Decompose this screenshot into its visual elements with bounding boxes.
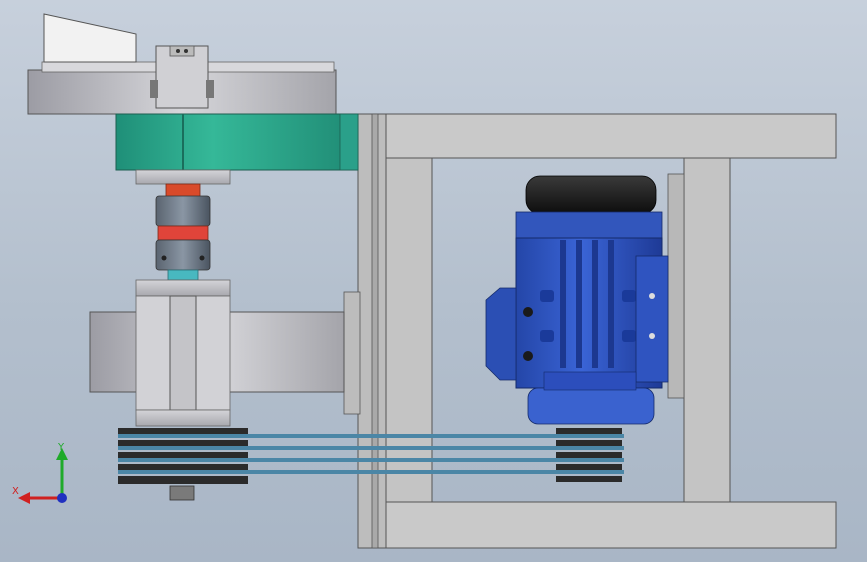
clamp-pin-right (206, 80, 214, 98)
pulley-groove (556, 452, 622, 458)
cad-model[interactable] (0, 0, 867, 562)
bolt-icon (649, 333, 655, 339)
frame-bottom-beam[interactable] (385, 501, 837, 549)
coupling-lower-jaw[interactable] (155, 239, 211, 271)
pulley-groove (556, 440, 622, 446)
pulley-groove (118, 476, 248, 484)
x-axis-arrow-icon (18, 492, 30, 504)
cooling-fin (560, 240, 566, 368)
frame-bracket[interactable] (343, 291, 361, 415)
shaft-nut[interactable] (169, 485, 195, 501)
z-axis-dot-icon (57, 493, 67, 503)
setscrew-icon (199, 255, 205, 261)
bolt-icon (176, 49, 180, 53)
spindle-assembly[interactable] (27, 13, 359, 185)
lower-bearing-assembly[interactable] (89, 279, 345, 427)
mount-lug (622, 290, 636, 302)
electric-motor[interactable] (485, 175, 669, 425)
housing-seam (182, 114, 184, 170)
v-belt[interactable] (118, 446, 624, 450)
motor-base (543, 371, 637, 391)
lower-collar[interactable] (135, 169, 231, 185)
bolt-icon (184, 49, 188, 53)
motor-mount-plate[interactable] (667, 173, 685, 399)
frame-top-beam[interactable] (385, 113, 837, 159)
pulley-groove (118, 428, 248, 434)
motor-fan-cover[interactable] (525, 175, 657, 215)
clamp-pin-left (150, 80, 158, 98)
setscrew-icon (161, 255, 167, 261)
pulley-groove (556, 428, 622, 434)
y-axis-label: Y (57, 442, 65, 453)
mount-lug (540, 330, 554, 342)
frame-left-post-edge (371, 113, 379, 549)
shaft-segment (167, 269, 199, 281)
frame-inner-left-post[interactable] (385, 157, 433, 503)
motor-flange[interactable] (527, 387, 655, 425)
coupling-spider[interactable] (157, 225, 209, 241)
coupling-upper-jaw[interactable] (155, 195, 211, 227)
cooling-fin (608, 240, 614, 368)
motor-bracket[interactable] (635, 255, 669, 383)
v-belt[interactable] (118, 434, 624, 438)
3d-viewport[interactable]: Y X (0, 0, 867, 562)
bearing-housing[interactable] (115, 113, 359, 171)
mount-lug (540, 290, 554, 302)
chute-flap[interactable] (43, 13, 137, 63)
cooling-fin (592, 240, 598, 368)
bearing-flange-top[interactable] (135, 279, 231, 297)
v-belt[interactable] (118, 458, 624, 462)
v-belt[interactable] (118, 470, 624, 474)
frame-inner-right-post[interactable] (683, 157, 731, 503)
pulley-groove (118, 452, 248, 458)
pulley-groove (556, 476, 622, 482)
bearing-spindle[interactable] (169, 295, 197, 411)
jaw-coupling[interactable] (155, 183, 211, 281)
cooling-fin (576, 240, 582, 368)
pulley-groove (118, 464, 248, 470)
coordinate-triad-icon[interactable]: Y X (10, 440, 80, 510)
mount-lug (622, 330, 636, 342)
clamp-top (169, 45, 195, 57)
pulley-groove (556, 464, 622, 470)
bolt-icon (523, 351, 533, 361)
bolt-icon (649, 293, 655, 299)
driven-pulley[interactable] (118, 428, 248, 501)
housing-end (339, 113, 359, 171)
x-axis-label: X (12, 486, 19, 497)
bolt-icon (523, 307, 533, 317)
pulley-groove (118, 440, 248, 446)
motor-end-shield[interactable] (515, 211, 663, 239)
terminal-box[interactable] (485, 287, 517, 381)
bearing-flange-bottom[interactable] (135, 409, 231, 427)
